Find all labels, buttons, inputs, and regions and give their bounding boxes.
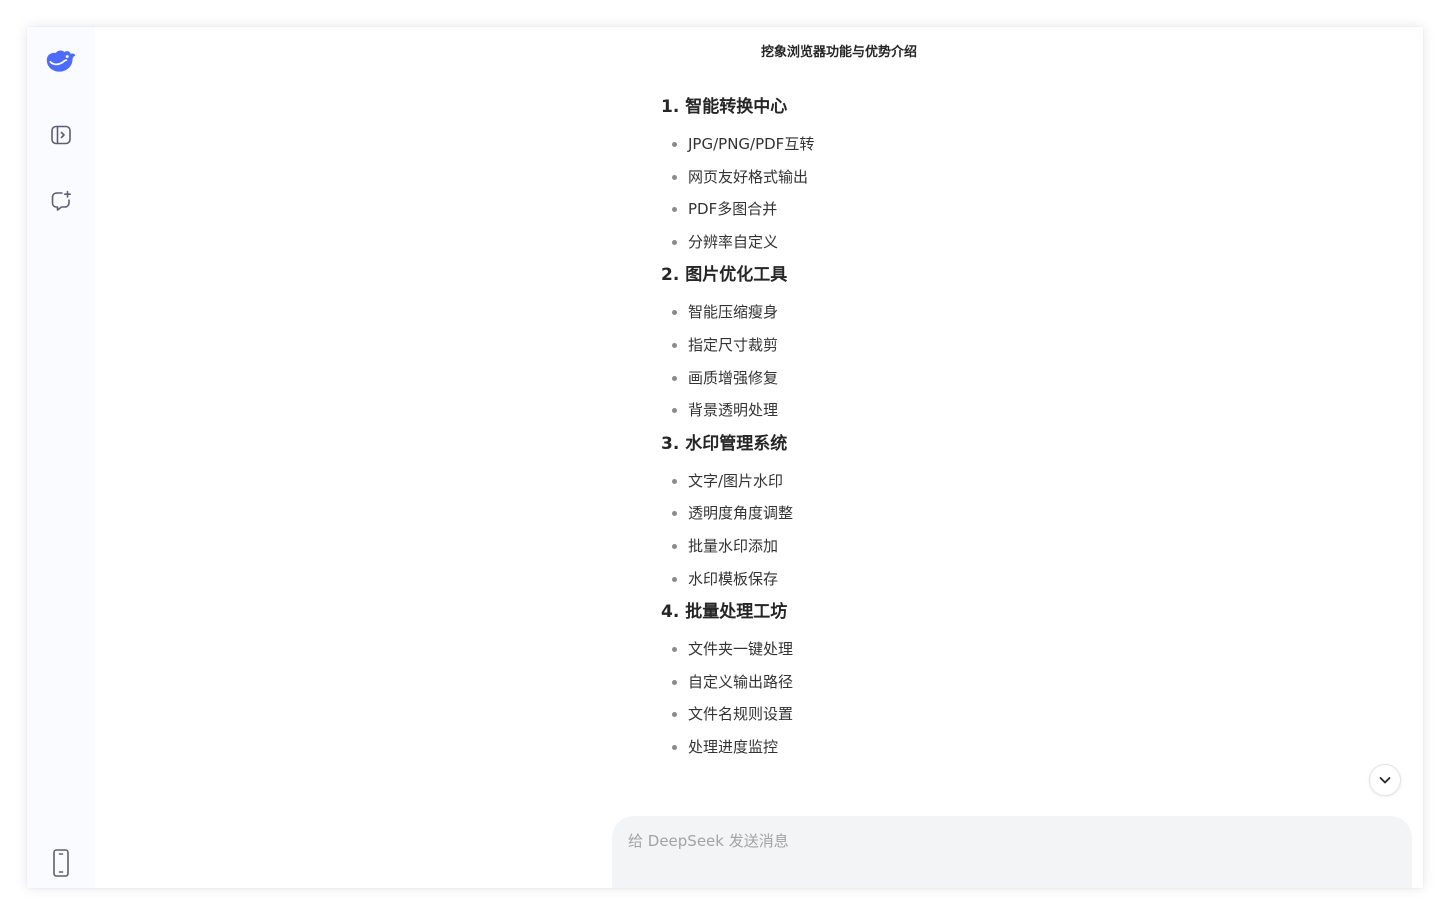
section-4: 4. 批量处理工坊 文件夹一键处理 自定义输出路径 文件名规则设置 处理进度监控 bbox=[661, 600, 1361, 758]
list-item: PDF多图合并 bbox=[672, 198, 1361, 220]
list-item: 指定尺寸裁剪 bbox=[672, 334, 1361, 356]
chat-main: 挖象浏览器功能与优势介绍 1. 智能转换中心 JPG/PNG/PDF互转 网页友… bbox=[95, 27, 1423, 888]
feature-list: 文件夹一键处理 自定义输出路径 文件名规则设置 处理进度监控 bbox=[661, 638, 1361, 758]
message-composer bbox=[612, 816, 1412, 888]
list-item: 文字/图片水印 bbox=[672, 470, 1361, 492]
list-item: 文件名规则设置 bbox=[672, 703, 1361, 725]
section-3: 3. 水印管理系统 文字/图片水印 透明度角度调整 批量水印添加 水印模板保存 bbox=[661, 432, 1361, 590]
section-heading: 4. 批量处理工坊 bbox=[661, 602, 788, 623]
scroll-to-bottom-button[interactable] bbox=[1369, 764, 1401, 796]
list-item: 文件夹一键处理 bbox=[672, 638, 1361, 660]
section-heading: 1. 智能转换中心 bbox=[661, 97, 788, 117]
conversation-title[interactable]: 挖象浏览器功能与优势介绍 bbox=[95, 41, 1423, 60]
list-item: 背景透明处理 bbox=[672, 399, 1361, 421]
list-item: 透明度角度调整 bbox=[672, 502, 1361, 524]
list-item: 分辨率自定义 bbox=[672, 231, 1361, 253]
sidebar-toggle-icon[interactable] bbox=[45, 119, 77, 151]
sidebar bbox=[27, 27, 95, 888]
list-item: 自定义输出路径 bbox=[672, 671, 1361, 693]
section-heading: 2. 图片优化工具 bbox=[661, 265, 788, 286]
chevron-down-icon bbox=[1379, 777, 1391, 784]
list-item: 批量水印添加 bbox=[672, 535, 1361, 557]
list-item: JPG/PNG/PDF互转 bbox=[672, 133, 1361, 155]
list-item: 水印模板保存 bbox=[672, 568, 1361, 590]
list-item: 画质增强修复 bbox=[672, 367, 1361, 389]
app-window: 挖象浏览器功能与优势介绍 1. 智能转换中心 JPG/PNG/PDF互转 网页友… bbox=[27, 27, 1423, 888]
list-item: 网页友好格式输出 bbox=[672, 166, 1361, 188]
assistant-message: 1. 智能转换中心 JPG/PNG/PDF互转 网页友好格式输出 PDF多图合并… bbox=[661, 95, 1361, 769]
section-2: 2. 图片优化工具 智能压缩瘦身 指定尺寸裁剪 画质增强修复 背景透明处理 bbox=[661, 263, 1361, 421]
feature-list: JPG/PNG/PDF互转 网页友好格式输出 PDF多图合并 分辨率自定义 bbox=[661, 133, 1361, 253]
new-chat-icon[interactable] bbox=[45, 185, 77, 217]
section-heading: 3. 水印管理系统 bbox=[661, 433, 788, 454]
list-item: 智能压缩瘦身 bbox=[672, 301, 1361, 323]
feature-list: 文字/图片水印 透明度角度调整 批量水印添加 水印模板保存 bbox=[661, 470, 1361, 590]
message-input[interactable] bbox=[626, 828, 1390, 872]
deepseek-logo-icon[interactable] bbox=[45, 45, 77, 77]
feature-list: 智能压缩瘦身 指定尺寸裁剪 画质增强修复 背景透明处理 bbox=[661, 301, 1361, 421]
section-1: 1. 智能转换中心 JPG/PNG/PDF互转 网页友好格式输出 PDF多图合并… bbox=[661, 95, 1361, 253]
mobile-phone-icon[interactable] bbox=[45, 847, 77, 879]
list-item: 处理进度监控 bbox=[672, 736, 1361, 758]
